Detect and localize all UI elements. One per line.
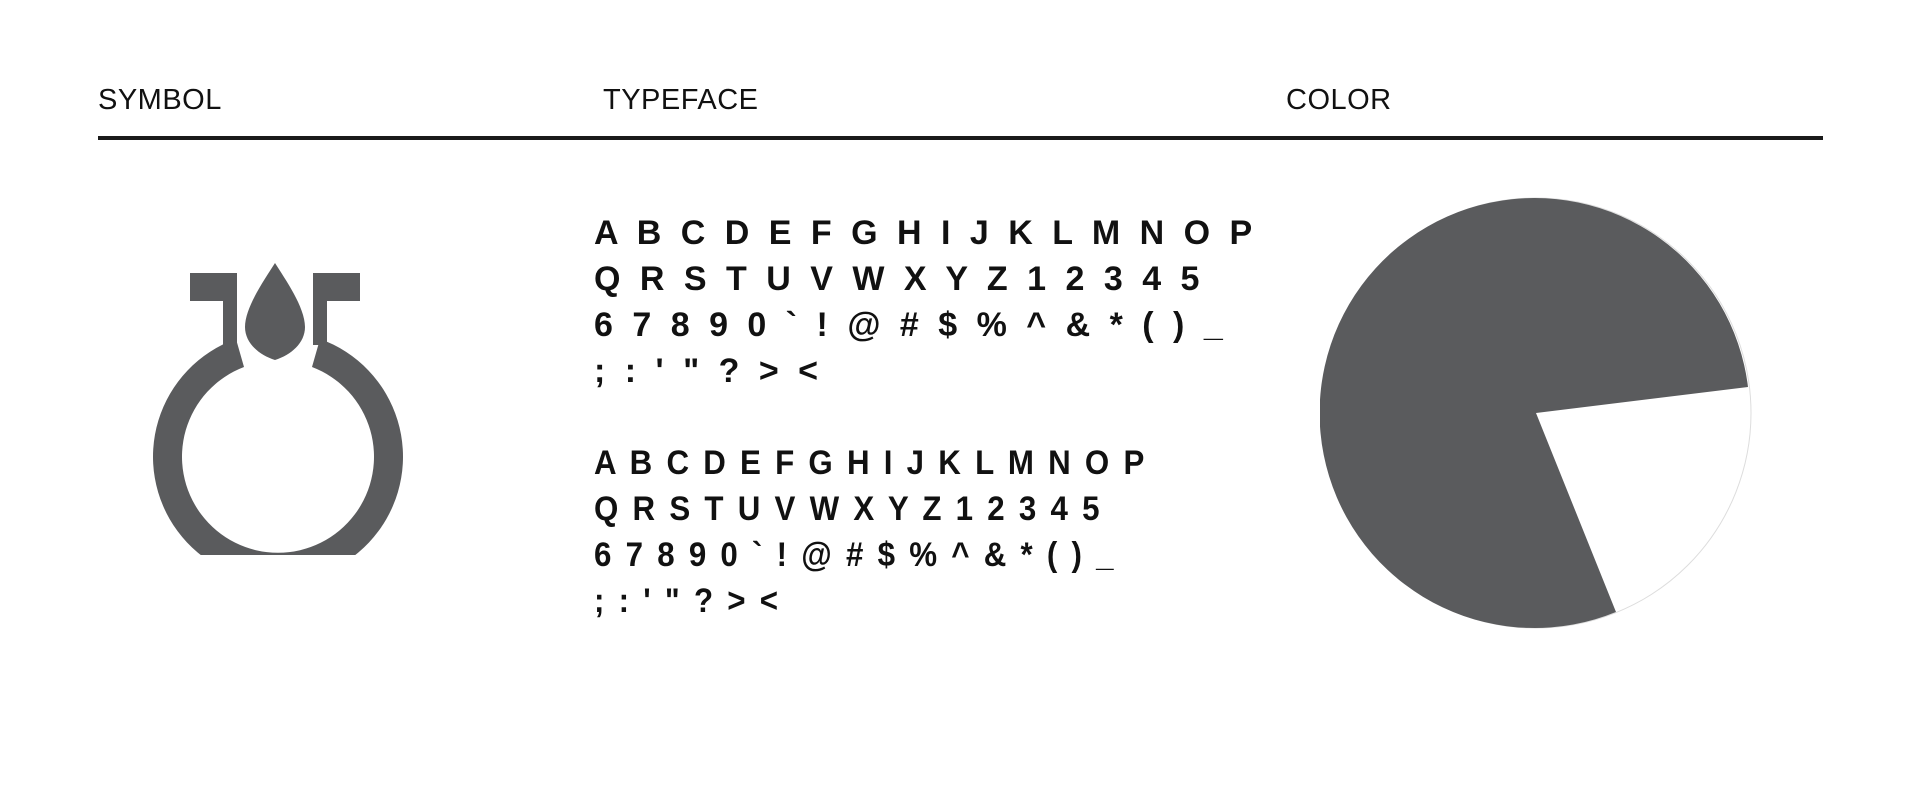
typeface-specimen-regular: A B C D E F G H I J K L M N O P Q R S T … xyxy=(594,210,1257,394)
specimen-line: 6 7 8 9 0 ` ! @ # $ % ^ & * ( ) _ xyxy=(594,536,1117,574)
specimen-line: A B C D E F G H I J K L M N O P xyxy=(594,214,1258,252)
specimen-line: ; : ' " ? > < xyxy=(594,582,781,620)
color-heading: COLOR xyxy=(1286,84,1392,116)
specimen-line: Q R S T U V W X Y Z 1 2 3 4 5 xyxy=(594,260,1205,298)
symbol-heading: SYMBOL xyxy=(98,84,222,116)
typeface-specimen-condensed: A B C D E F G H I J K L M N O P Q R S T … xyxy=(594,440,1147,624)
header-divider xyxy=(98,136,1823,140)
specimen-line: Q R S T U V W X Y Z 1 2 3 4 5 xyxy=(594,490,1103,528)
specimen-line: A B C D E F G H I J K L M N O P xyxy=(594,444,1148,482)
specimen-line: 6 7 8 9 0 ` ! @ # $ % ^ & * ( ) _ xyxy=(594,306,1228,344)
typeface-heading: TYPEFACE xyxy=(603,84,759,116)
ring-with-drop-icon xyxy=(153,263,403,555)
specimen-line: ; : ' " ? > < xyxy=(594,352,824,390)
color-swatch xyxy=(1320,197,1752,629)
